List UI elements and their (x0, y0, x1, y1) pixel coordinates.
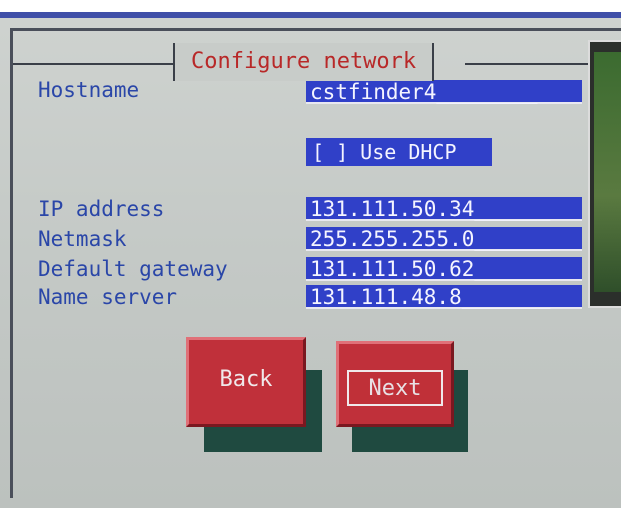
title-rule-left (13, 63, 173, 65)
side-preview-panel (588, 40, 621, 308)
top-accent-strip (0, 12, 621, 18)
name-server-label: Name server (38, 285, 178, 309)
netmask-label: Netmask (38, 227, 127, 251)
netmask-field[interactable]: 255.255.255.0______ (306, 227, 582, 251)
next-button-label: Next (347, 370, 443, 406)
name-server-field[interactable]: 131.111.48.8_______ (306, 285, 582, 309)
ip-address-field[interactable]: 131.111.50.34______ (306, 197, 582, 221)
next-button[interactable]: Next (336, 341, 454, 427)
hostname-field[interactable]: cstfinder4________ (306, 80, 582, 104)
default-gateway-label: Default gateway (38, 257, 228, 281)
ip-address-label: IP address (38, 197, 165, 221)
dialog-title: Configure network (173, 43, 435, 81)
side-preview-image (594, 52, 621, 292)
back-button[interactable]: Back (186, 337, 306, 427)
use-dhcp-checkbox[interactable]: [ ] Use DHCP (306, 138, 492, 166)
default-gateway-field[interactable]: 131.111.50.62______ (306, 257, 582, 281)
hostname-label: Hostname (38, 78, 140, 102)
